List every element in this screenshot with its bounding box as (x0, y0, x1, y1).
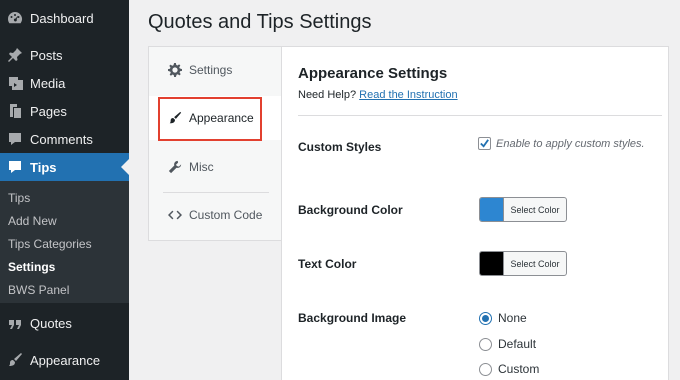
checkmark-icon (480, 139, 489, 148)
menu-item-pages[interactable]: Pages (0, 97, 129, 125)
bg-image-option-custom[interactable]: Custom (479, 362, 539, 376)
menu-item-media[interactable]: Media (0, 69, 129, 97)
menu-item-comments[interactable]: Comments (0, 125, 129, 153)
radio-label-default: Default (498, 337, 537, 351)
menu-label-tips: Tips (30, 159, 57, 175)
paintbrush-icon (6, 351, 24, 369)
tips-icon (6, 158, 24, 176)
menu-label-dashboard: Dashboard (30, 10, 94, 26)
background-color-label: Background Color (298, 203, 403, 217)
pushpin-icon (6, 46, 24, 64)
background-color-picker[interactable]: Select Color (479, 197, 567, 222)
admin-sidebar: Dashboard Posts Media Pages Comments Tip… (0, 0, 129, 380)
text-color-button-label: Select Color (510, 258, 560, 269)
menu-label-posts: Posts (30, 47, 63, 63)
menu-item-posts[interactable]: Posts (0, 41, 129, 69)
custom-styles-label: Custom Styles (298, 140, 382, 154)
menu-item-dashboard[interactable]: Dashboard (0, 4, 129, 32)
help-prefix: Need Help? (298, 89, 357, 101)
tab-settings[interactable]: Settings (149, 48, 281, 92)
submenu-item-bws-panel[interactable]: BWS Panel (8, 283, 69, 297)
radio-label-custom: Custom (498, 362, 540, 376)
submenu-item-settings[interactable]: Settings (8, 260, 55, 274)
settings-tabs: Settings Appearance Misc Custom Code (148, 46, 281, 241)
text-color-label: Text Color (298, 257, 357, 271)
tab-misc[interactable]: Misc (149, 145, 281, 189)
menu-item-quotes[interactable]: Quotes (0, 309, 129, 337)
appearance-settings-panel: Appearance Settings Need Help? Read the … (281, 46, 669, 380)
tab-label-misc: Misc (189, 160, 214, 174)
tab-label-custom-code: Custom Code (189, 208, 263, 222)
submenu-item-tips-categories[interactable]: Tips Categories (8, 237, 92, 251)
background-color-swatch (480, 198, 504, 221)
dashboard-icon (6, 9, 24, 27)
bg-image-option-none[interactable]: None (479, 311, 527, 325)
radio-default[interactable] (479, 337, 492, 351)
wrench-icon (167, 159, 183, 175)
radio-custom[interactable] (479, 362, 492, 376)
panel-title: Appearance Settings (298, 65, 448, 82)
help-instruction-link[interactable]: Read the Instruction (359, 89, 457, 101)
pages-icon (6, 102, 24, 120)
submenu-item-tips[interactable]: Tips (8, 191, 30, 205)
radio-label-none: None (498, 311, 527, 325)
text-color-picker[interactable]: Select Color (479, 251, 567, 276)
submenu-item-add-new[interactable]: Add New (8, 214, 57, 228)
gear-icon (167, 62, 183, 78)
quote-icon (6, 314, 24, 332)
text-color-swatch (480, 252, 504, 275)
background-color-button-label: Select Color (510, 204, 560, 215)
menu-item-appearance[interactable]: Appearance (0, 346, 129, 374)
menu-label-comments: Comments (30, 131, 93, 147)
tab-label-settings: Settings (189, 63, 233, 77)
menu-label-pages: Pages (30, 103, 67, 119)
comments-icon (6, 130, 24, 148)
menu-label-media: Media (30, 75, 66, 91)
appearance-tab-highlight (158, 97, 262, 141)
help-line: Need Help? Read the Instruction (298, 89, 458, 101)
menu-item-tips[interactable]: Tips (0, 153, 129, 181)
custom-styles-checkbox[interactable] (478, 137, 491, 150)
tips-submenu: Tips Add New Tips Categories Settings BW… (0, 181, 129, 303)
background-image-label: Background Image (298, 311, 407, 325)
current-menu-arrow (121, 159, 129, 175)
panel-divider (298, 115, 662, 116)
menu-label-appearance: Appearance (30, 352, 101, 368)
custom-styles-description: Enable to apply custom styles. (496, 138, 645, 150)
media-icon (6, 74, 24, 92)
code-icon (167, 207, 183, 223)
tab-custom-code[interactable]: Custom Code (149, 193, 281, 237)
bg-image-option-default[interactable]: Default (479, 337, 536, 351)
page-title: Quotes and Tips Settings (148, 11, 372, 33)
radio-none[interactable] (479, 311, 492, 325)
menu-label-quotes: Quotes (30, 315, 72, 331)
